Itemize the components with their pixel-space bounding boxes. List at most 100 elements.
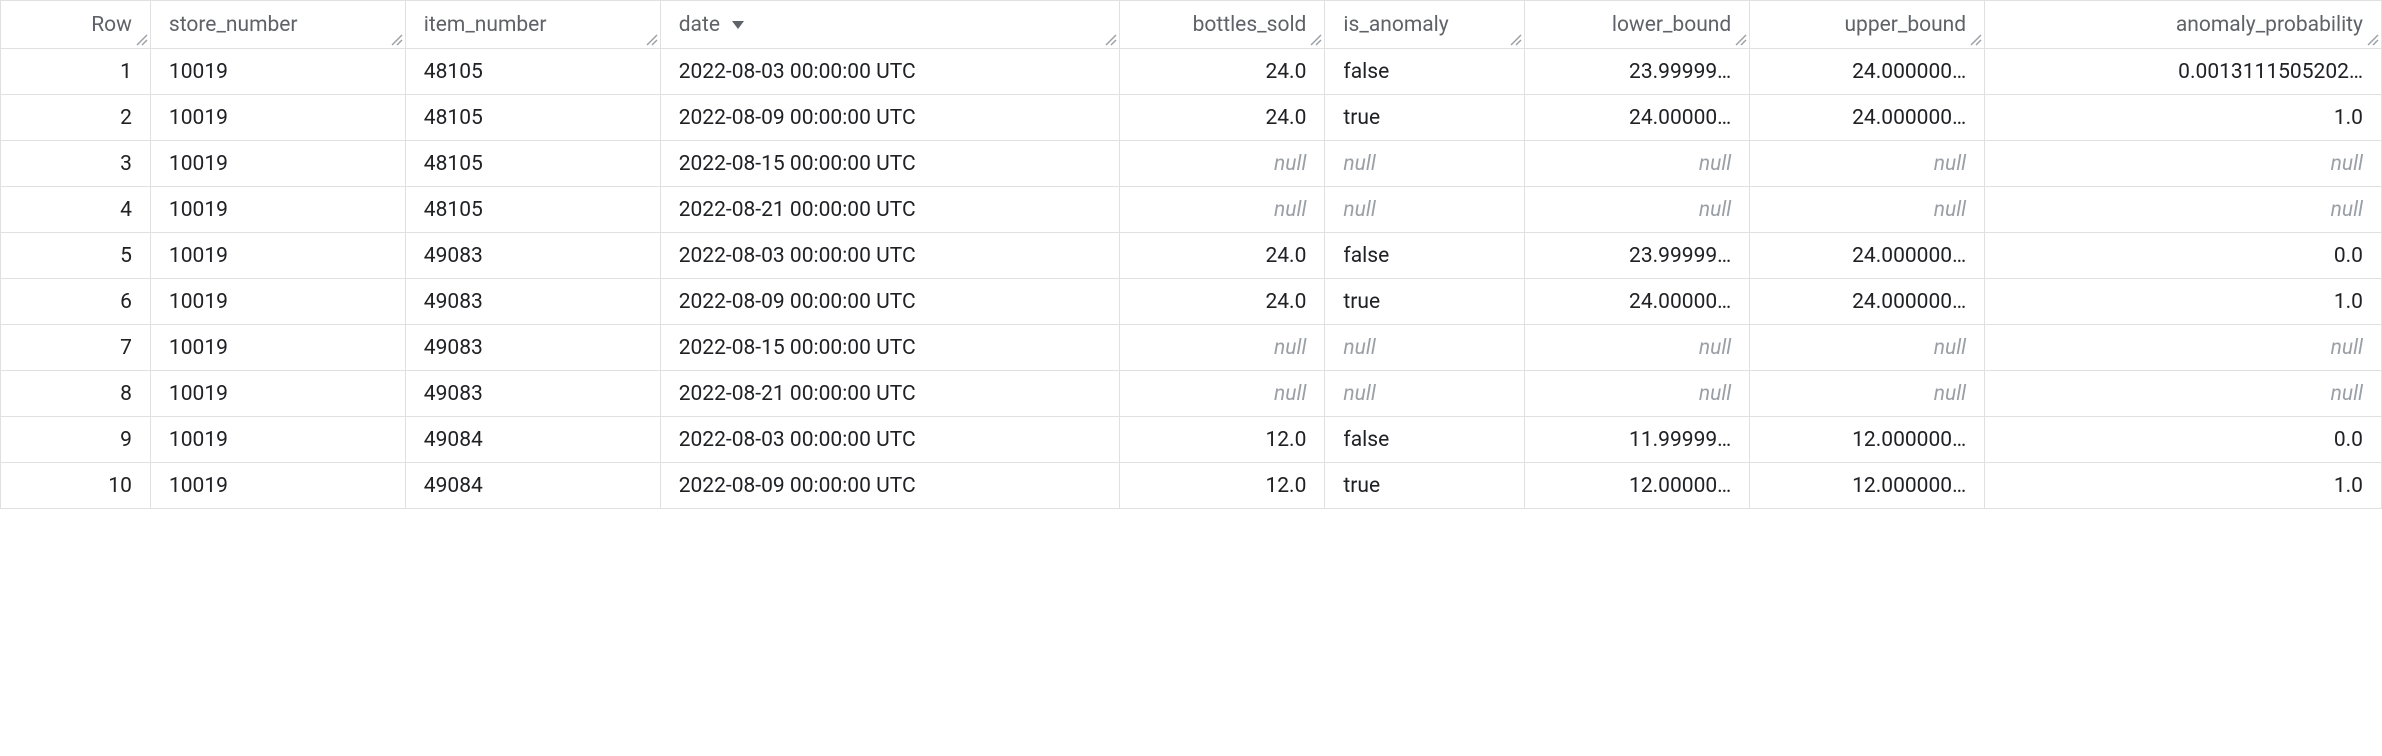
cell-item: 48105	[405, 141, 660, 187]
column-header-lb[interactable]: lower_bound	[1525, 1, 1750, 49]
column-resize-handle[interactable]	[1968, 32, 1982, 46]
cell-row: 6	[1, 279, 151, 325]
column-header-label: bottles_sold	[1193, 13, 1307, 37]
column-header-row[interactable]: Row	[1, 1, 151, 49]
column-resize-handle[interactable]	[2365, 32, 2379, 46]
cell-prob: null	[1985, 325, 2382, 371]
table-row: 610019490832022-08-09 00:00:00 UTC24.0tr…	[1, 279, 2382, 325]
column-resize-handle[interactable]	[389, 32, 403, 46]
cell-lb: 23.99999…	[1525, 233, 1750, 279]
column-header-store[interactable]: store_number	[150, 1, 405, 49]
cell-is_anom: true	[1325, 95, 1525, 141]
cell-is_anom: null	[1325, 371, 1525, 417]
cell-bottles: 24.0	[1120, 95, 1325, 141]
cell-lb: 11.99999…	[1525, 417, 1750, 463]
cell-store: 10019	[150, 233, 405, 279]
cell-is_anom: false	[1325, 233, 1525, 279]
cell-row: 2	[1, 95, 151, 141]
column-resize-handle[interactable]	[1103, 32, 1117, 46]
table-row: 1010019490842022-08-09 00:00:00 UTC12.0t…	[1, 463, 2382, 509]
cell-ub: null	[1750, 325, 1985, 371]
cell-date: 2022-08-03 00:00:00 UTC	[660, 417, 1120, 463]
cell-bottles: 24.0	[1120, 279, 1325, 325]
cell-item: 49084	[405, 463, 660, 509]
column-header-is_anom[interactable]: is_anomaly	[1325, 1, 1525, 49]
cell-lb: 24.00000…	[1525, 95, 1750, 141]
cell-bottles: null	[1120, 187, 1325, 233]
sort-descending-icon	[730, 17, 746, 33]
cell-lb: null	[1525, 187, 1750, 233]
cell-item: 49083	[405, 325, 660, 371]
cell-store: 10019	[150, 279, 405, 325]
column-header-label: Row	[91, 13, 132, 37]
cell-is_anom: null	[1325, 141, 1525, 187]
table-row: 410019481052022-08-21 00:00:00 UTCnullnu…	[1, 187, 2382, 233]
cell-bottles: 12.0	[1120, 463, 1325, 509]
cell-item: 49083	[405, 279, 660, 325]
cell-item: 48105	[405, 49, 660, 95]
cell-prob: null	[1985, 187, 2382, 233]
column-header-ub[interactable]: upper_bound	[1750, 1, 1985, 49]
column-header-bottles[interactable]: bottles_sold	[1120, 1, 1325, 49]
cell-item: 48105	[405, 95, 660, 141]
cell-row: 4	[1, 187, 151, 233]
cell-is_anom: true	[1325, 463, 1525, 509]
cell-date: 2022-08-21 00:00:00 UTC	[660, 187, 1120, 233]
cell-date: 2022-08-09 00:00:00 UTC	[660, 95, 1120, 141]
cell-lb: 24.00000…	[1525, 279, 1750, 325]
cell-item: 48105	[405, 187, 660, 233]
column-header-date[interactable]: date	[660, 1, 1120, 49]
cell-prob: 0.0013111505202…	[1985, 49, 2382, 95]
cell-bottles: 12.0	[1120, 417, 1325, 463]
cell-date: 2022-08-09 00:00:00 UTC	[660, 463, 1120, 509]
cell-prob: 0.0	[1985, 417, 2382, 463]
column-header-label: lower_bound	[1612, 13, 1731, 37]
column-header-label: anomaly_probability	[2176, 13, 2363, 37]
column-header-item[interactable]: item_number	[405, 1, 660, 49]
column-resize-handle[interactable]	[1733, 32, 1747, 46]
cell-lb: null	[1525, 371, 1750, 417]
cell-item: 49084	[405, 417, 660, 463]
cell-lb: null	[1525, 325, 1750, 371]
cell-ub: 12.000000…	[1750, 463, 1985, 509]
column-header-label: is_anomaly	[1343, 13, 1448, 37]
cell-lb: null	[1525, 141, 1750, 187]
cell-ub: null	[1750, 187, 1985, 233]
cell-prob: 0.0	[1985, 233, 2382, 279]
cell-row: 3	[1, 141, 151, 187]
cell-is_anom: true	[1325, 279, 1525, 325]
cell-store: 10019	[150, 463, 405, 509]
column-resize-handle[interactable]	[134, 32, 148, 46]
column-resize-handle[interactable]	[644, 32, 658, 46]
column-header-label: store_number	[169, 13, 298, 37]
column-resize-handle[interactable]	[1508, 32, 1522, 46]
table-row: 810019490832022-08-21 00:00:00 UTCnullnu…	[1, 371, 2382, 417]
cell-lb: 23.99999…	[1525, 49, 1750, 95]
cell-ub: 24.000000…	[1750, 279, 1985, 325]
cell-is_anom: false	[1325, 417, 1525, 463]
column-header-label: item_number	[424, 13, 547, 37]
column-resize-handle[interactable]	[1308, 32, 1322, 46]
cell-row: 10	[1, 463, 151, 509]
cell-item: 49083	[405, 233, 660, 279]
cell-row: 7	[1, 325, 151, 371]
cell-is_anom: null	[1325, 325, 1525, 371]
cell-is_anom: false	[1325, 49, 1525, 95]
cell-store: 10019	[150, 187, 405, 233]
table-row: 710019490832022-08-15 00:00:00 UTCnullnu…	[1, 325, 2382, 371]
cell-bottles: null	[1120, 325, 1325, 371]
cell-bottles: null	[1120, 141, 1325, 187]
table-header-row: Row store_number item_number date bottles_so…	[1, 1, 2382, 49]
cell-store: 10019	[150, 417, 405, 463]
column-header-prob[interactable]: anomaly_probability	[1985, 1, 2382, 49]
cell-lb: 12.00000…	[1525, 463, 1750, 509]
column-header-label: date	[679, 13, 720, 37]
cell-ub: 24.000000…	[1750, 233, 1985, 279]
cell-store: 10019	[150, 141, 405, 187]
cell-date: 2022-08-21 00:00:00 UTC	[660, 371, 1120, 417]
cell-ub: null	[1750, 141, 1985, 187]
cell-bottles: 24.0	[1120, 49, 1325, 95]
cell-prob: 1.0	[1985, 279, 2382, 325]
table-row: 210019481052022-08-09 00:00:00 UTC24.0tr…	[1, 95, 2382, 141]
cell-row: 8	[1, 371, 151, 417]
